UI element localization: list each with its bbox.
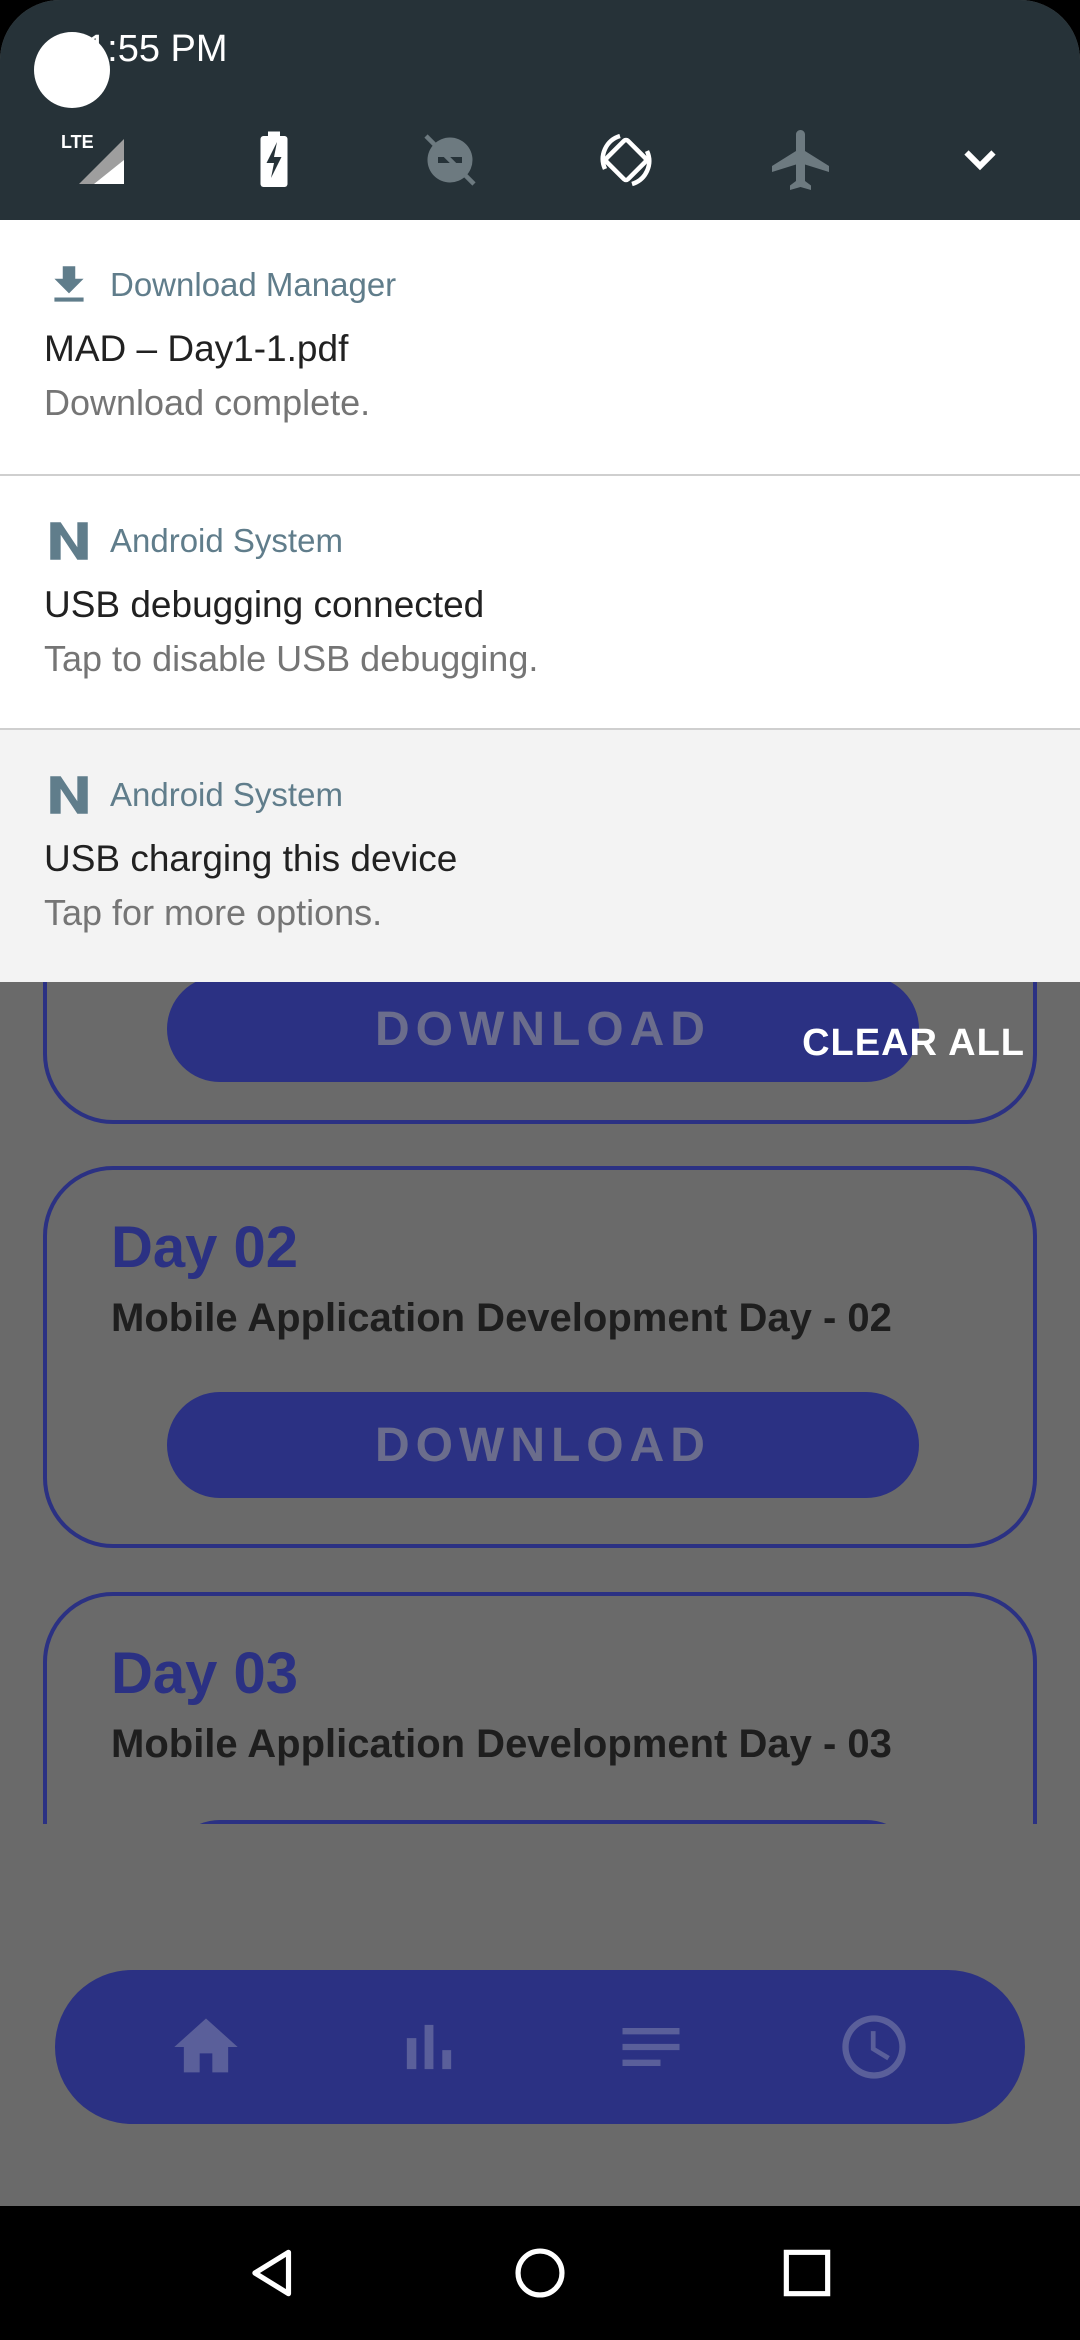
quick-settings-row: LTE	[0, 110, 1080, 210]
auto-rotate-icon[interactable]	[576, 110, 676, 210]
battery-charging-icon[interactable]	[224, 110, 324, 210]
camera-cutout	[34, 32, 110, 108]
download-button-day-02[interactable]: DOWNLOAD	[167, 1392, 919, 1498]
notification-usb-debugging[interactable]: Android System USB debugging connected T…	[0, 474, 1080, 728]
recents-icon[interactable]	[762, 2228, 852, 2318]
notification-title: USB debugging connected	[44, 584, 485, 625]
back-icon[interactable]	[228, 2228, 318, 2318]
quick-settings-header: 1:55 PM LTE	[0, 0, 1080, 220]
notification-app-name: Android System	[110, 522, 343, 559]
notification-usb-charging[interactable]: Android System USB charging this device …	[0, 728, 1080, 982]
download-icon	[44, 260, 94, 310]
system-navigation-bar	[0, 2206, 1080, 2340]
card-day-title: Day 02	[111, 1215, 299, 1280]
notification-download[interactable]: Download Manager MAD – Day1-1.pdf Downlo…	[0, 220, 1080, 474]
android-system-icon	[44, 516, 94, 566]
expand-chevron-icon[interactable]	[930, 110, 1030, 210]
notification-title: MAD – Day1-1.pdf	[44, 328, 349, 369]
notification-title: USB charging this device	[44, 838, 458, 879]
list-icon[interactable]	[591, 1987, 711, 2107]
card-day-subtitle: Mobile Application Development Day - 02	[111, 1296, 892, 1340]
notification-text: Tap for more options.	[44, 892, 383, 933]
notification-text: Tap to disable USB debugging.	[44, 638, 539, 679]
home-icon[interactable]	[146, 1987, 266, 2107]
svg-text:LTE: LTE	[61, 132, 94, 152]
stats-icon[interactable]	[369, 1987, 489, 2107]
card-day-subtitle: Mobile Application Development Day - 03	[111, 1722, 892, 1766]
card-day-title: Day 03	[111, 1641, 299, 1706]
notification-text: Download complete.	[44, 382, 371, 423]
history-icon[interactable]	[814, 1987, 934, 2107]
home-circle-icon[interactable]	[495, 2228, 585, 2318]
clear-all-button[interactable]: CLEAR ALL	[802, 1022, 1025, 1065]
signal-lte-icon[interactable]: LTE	[44, 110, 144, 210]
do-not-disturb-icon[interactable]	[400, 110, 500, 210]
bottom-navigation	[55, 1970, 1025, 2124]
airplane-mode-icon[interactable]	[752, 110, 852, 210]
notification-app-name: Android System	[110, 776, 343, 813]
android-system-icon	[44, 770, 94, 820]
course-card-day-02: Day 02 Mobile Application Development Da…	[43, 1166, 1037, 1548]
notification-app-name: Download Manager	[110, 266, 397, 303]
